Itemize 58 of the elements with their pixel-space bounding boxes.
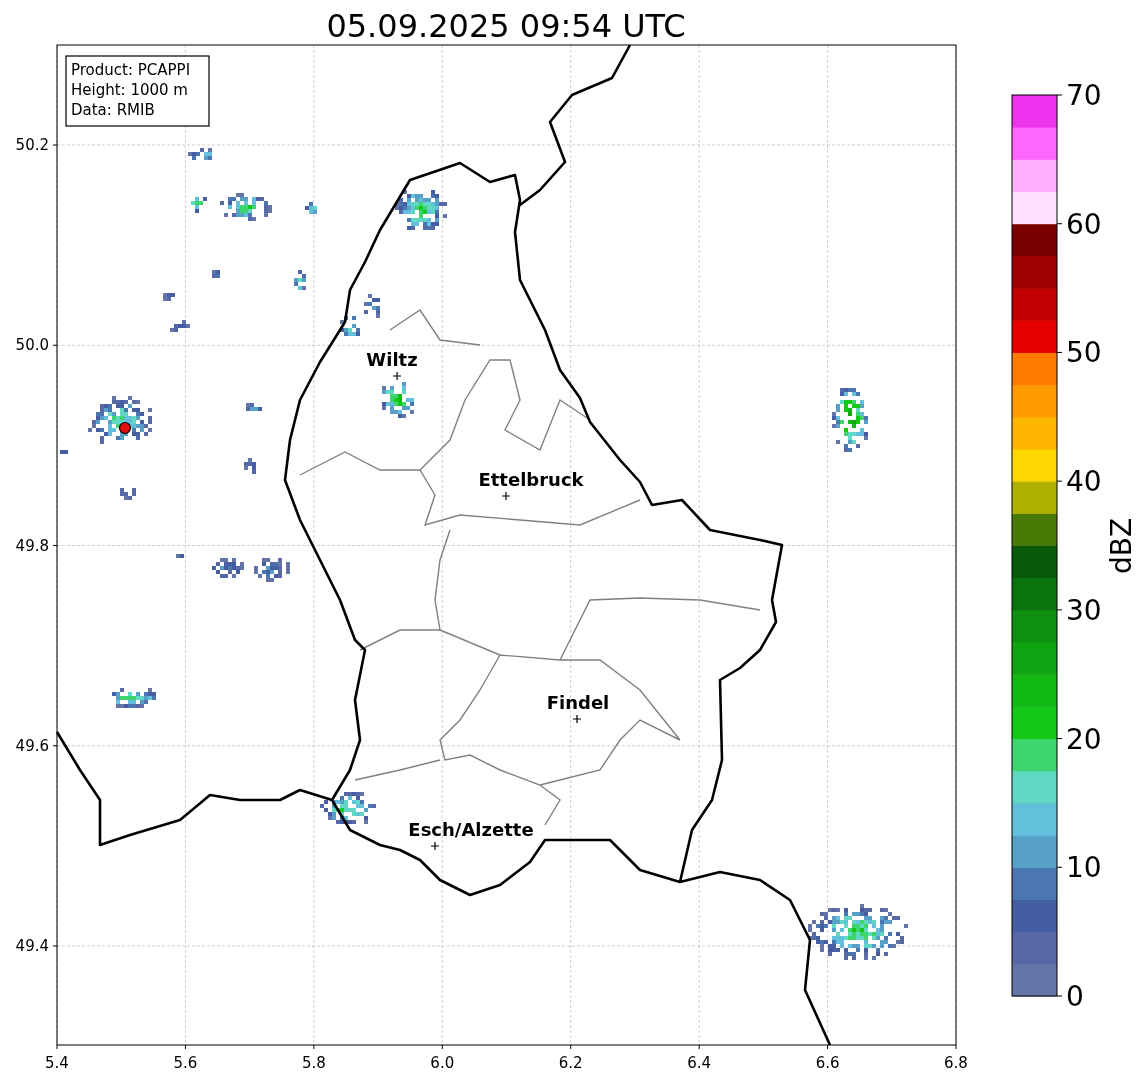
- radar-echo: [60, 450, 68, 454]
- radar-echo: [112, 688, 156, 708]
- info-text: Data: RMIB: [71, 101, 155, 119]
- radar-site-marker: [118, 421, 132, 435]
- radar-echo: [220, 193, 272, 221]
- colorbar-tick-label: 40: [1066, 465, 1102, 499]
- radar-echo: [254, 558, 290, 582]
- radar-echo: [191, 197, 207, 213]
- colorbar-tick-label: 20: [1066, 722, 1102, 756]
- plus-marker: [430, 841, 440, 851]
- plus-marker: [572, 714, 582, 724]
- x-tick-label: 6.2: [558, 1054, 583, 1072]
- city-label: Esch/Alzette: [408, 819, 534, 840]
- colorbar-tick-label: 0: [1066, 980, 1084, 1013]
- radar-echo: [212, 558, 244, 578]
- radar-echo: [170, 320, 190, 332]
- plus-marker: [392, 371, 402, 381]
- colorbar-tick-label: 60: [1066, 207, 1102, 241]
- radar-echo: [395, 190, 447, 230]
- info-text: Height: 1000 m: [71, 81, 188, 99]
- y-tick-label: 50.0: [15, 336, 49, 355]
- radar-echo: [88, 396, 152, 444]
- radar-echo: [294, 270, 306, 290]
- y-tick-label: 49.8: [15, 536, 49, 555]
- y-tick-label: 50.2: [15, 136, 49, 154]
- radar-echo: [320, 792, 376, 824]
- x-tick-label: 6.8: [944, 1054, 968, 1072]
- plus-marker: [501, 491, 511, 501]
- city-label: Ettelbruck: [478, 469, 584, 490]
- city-label: Findel: [546, 692, 610, 713]
- x-tick-label: 5.6: [173, 1054, 198, 1072]
- colorbar-tick-label: 50: [1066, 336, 1102, 370]
- radar-echo: [305, 202, 317, 214]
- info-text: Product: PCAPPI: [71, 61, 191, 79]
- radar-echo: [212, 270, 220, 278]
- y-tick-label: 49.6: [15, 736, 49, 755]
- radar-echo: [832, 388, 868, 452]
- radar-echo: [382, 382, 414, 418]
- y-tick-label: 49.4: [15, 937, 49, 955]
- radar-echo: [246, 403, 262, 411]
- colorbar-tick-label: 30: [1066, 593, 1102, 627]
- radar-echo: [340, 316, 360, 336]
- radar-echo: [163, 293, 175, 301]
- radar-echo: [176, 554, 184, 558]
- x-tick-label: 6.6: [815, 1054, 840, 1072]
- map-title: 05.09.2025 09:54 UTC: [326, 7, 686, 45]
- radar-echo: [188, 148, 212, 160]
- radar-echo: [364, 294, 380, 318]
- colorbar-tick-label: 70: [1066, 79, 1102, 112]
- colorbar-label: dBZ: [1105, 517, 1138, 575]
- x-tick-label: 6.0: [430, 1054, 455, 1072]
- city-label: Wiltz: [366, 349, 418, 370]
- radar-echo: [120, 488, 136, 500]
- colorbar-tick-label: 10: [1066, 851, 1102, 885]
- x-tick-label: 6.4: [687, 1054, 712, 1072]
- x-tick-label: 5.8: [301, 1054, 326, 1072]
- x-tick-label: 5.4: [45, 1054, 69, 1072]
- radar-echo: [244, 458, 256, 474]
